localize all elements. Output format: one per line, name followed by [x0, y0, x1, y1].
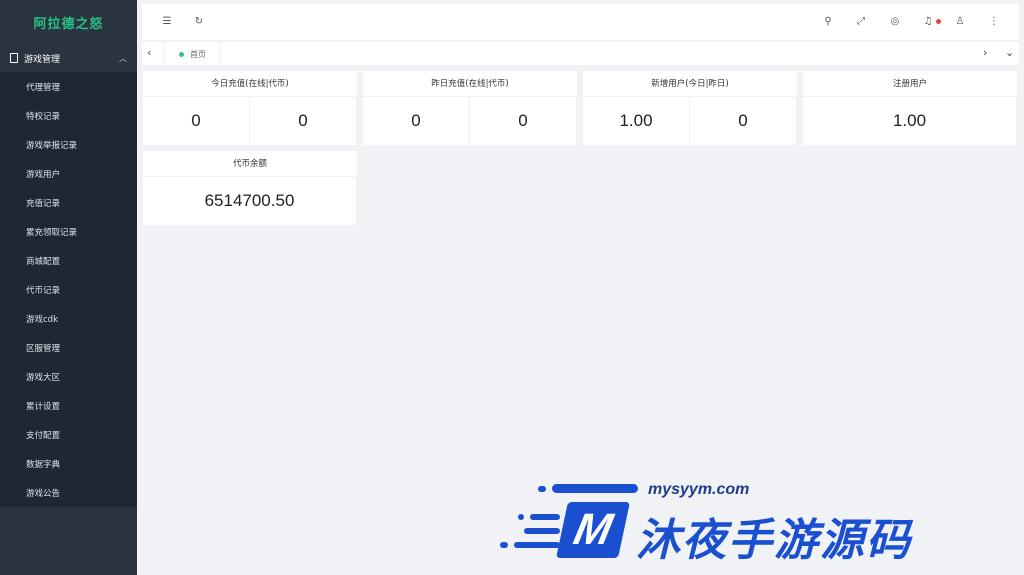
stat-value-registered: 1.00: [803, 97, 1017, 145]
more-icon[interactable]: ⋮: [987, 15, 1001, 29]
phone-icon: [10, 53, 18, 63]
notification-dot: [936, 19, 941, 24]
sidebar-submenu: 代理管理 特权记录 游戏举报记录 游戏用户 充值记录 累充领取记录 商城配置 代…: [0, 72, 137, 507]
stat-value-online: 0: [143, 97, 250, 145]
search-icon[interactable]: ⚲: [821, 15, 835, 29]
tab-home[interactable]: 首页: [164, 42, 221, 66]
sidebar-item-recharge-records[interactable]: 充值记录: [0, 190, 137, 219]
stat-value-today: 1.00: [583, 97, 690, 145]
sidebar-item-server-management[interactable]: 区服管理: [0, 335, 137, 364]
watermark-text: 沐夜手游源码: [636, 515, 912, 566]
sidebar-item-payment-config[interactable]: 支付配置: [0, 422, 137, 451]
card-title: 代币余额: [143, 151, 357, 177]
stat-value-yesterday: 0: [690, 97, 797, 145]
sidebar-footer: [0, 508, 137, 575]
language-icon[interactable]: ◎: [888, 15, 902, 29]
user-icon[interactable]: ♙: [953, 15, 967, 29]
sidebar: 阿拉德之怒 游戏管理 ︿ 代理管理 特权记录 游戏举报记录 游戏用户 充值记录 …: [0, 0, 137, 575]
refresh-icon[interactable]: ↻: [192, 15, 206, 29]
card-today-recharge: 今日充值(在线|代币) 0 0: [143, 71, 357, 145]
stat-value-token: 0: [250, 97, 357, 145]
menu-fold-icon[interactable]: ☰: [160, 15, 174, 29]
card-title: 新增用户(今日|昨日): [583, 71, 797, 97]
stat-value-online: 0: [363, 97, 470, 145]
fullscreen-icon[interactable]: ⤢: [854, 15, 868, 29]
chevron-left-icon[interactable]: ‹: [147, 46, 151, 59]
card-title: 今日充值(在线|代币): [143, 71, 357, 97]
top-header: ☰ ↻ ⚲ ⤢ ◎ ♫ ♙ ⋮: [142, 4, 1019, 40]
chevron-up-icon: ︿: [119, 54, 127, 63]
sidebar-item-data-dictionary[interactable]: 数据字典: [0, 451, 137, 480]
sidebar-item-game-cdk[interactable]: 游戏cdk: [0, 306, 137, 335]
sidebar-item-game-users[interactable]: 游戏用户: [0, 161, 137, 190]
sidebar-item-privilege-records[interactable]: 特权记录: [0, 103, 137, 132]
watermark: mysyym.com M 沐夜手游源码: [500, 478, 1020, 570]
card-title: 昨日充值(在线|代币): [363, 71, 577, 97]
tab-home-label: 首页: [190, 49, 206, 59]
chevron-right-icon[interactable]: ›: [983, 46, 987, 59]
sidebar-item-cumulative-settings[interactable]: 累计设置: [0, 393, 137, 422]
watermark-url: mysyym.com: [648, 481, 750, 498]
sidebar-item-cumulative-claim[interactable]: 累充领取记录: [0, 219, 137, 248]
bell-icon[interactable]: ♫: [921, 15, 935, 29]
chevron-down-icon[interactable]: ⌄: [1005, 46, 1014, 59]
sidebar-item-report-records[interactable]: 游戏举报记录: [0, 132, 137, 161]
card-new-users: 新增用户(今日|昨日) 1.00 0: [583, 71, 797, 145]
sidebar-item-game-announcements[interactable]: 游戏公告: [0, 480, 137, 509]
sidebar-item-token-records[interactable]: 代币记录: [0, 277, 137, 306]
sidebar-item-shop-config[interactable]: 商城配置: [0, 248, 137, 277]
sidebar-item-game-regions[interactable]: 游戏大区: [0, 364, 137, 393]
app-logo[interactable]: 阿拉德之怒: [0, 0, 137, 44]
tab-bar: ‹ 首页 › ⌄: [142, 41, 1019, 66]
sidebar-item-agent[interactable]: 代理管理: [0, 74, 137, 103]
card-yesterday-recharge: 昨日充值(在线|代币) 0 0: [363, 71, 577, 145]
watermark-logo: M: [556, 502, 630, 558]
sidebar-group-game-management[interactable]: 游戏管理 ︿: [0, 44, 137, 72]
card-title: 注册用户: [803, 71, 1017, 97]
sidebar-group-label: 游戏管理: [24, 54, 61, 65]
stat-value-token: 0: [470, 97, 577, 145]
card-registered-users: 注册用户 1.00: [803, 71, 1017, 145]
stat-value-balance: 6514700.50: [143, 177, 357, 225]
card-token-balance: 代币余额 6514700.50: [143, 151, 357, 225]
active-tab-dot: [179, 51, 184, 57]
